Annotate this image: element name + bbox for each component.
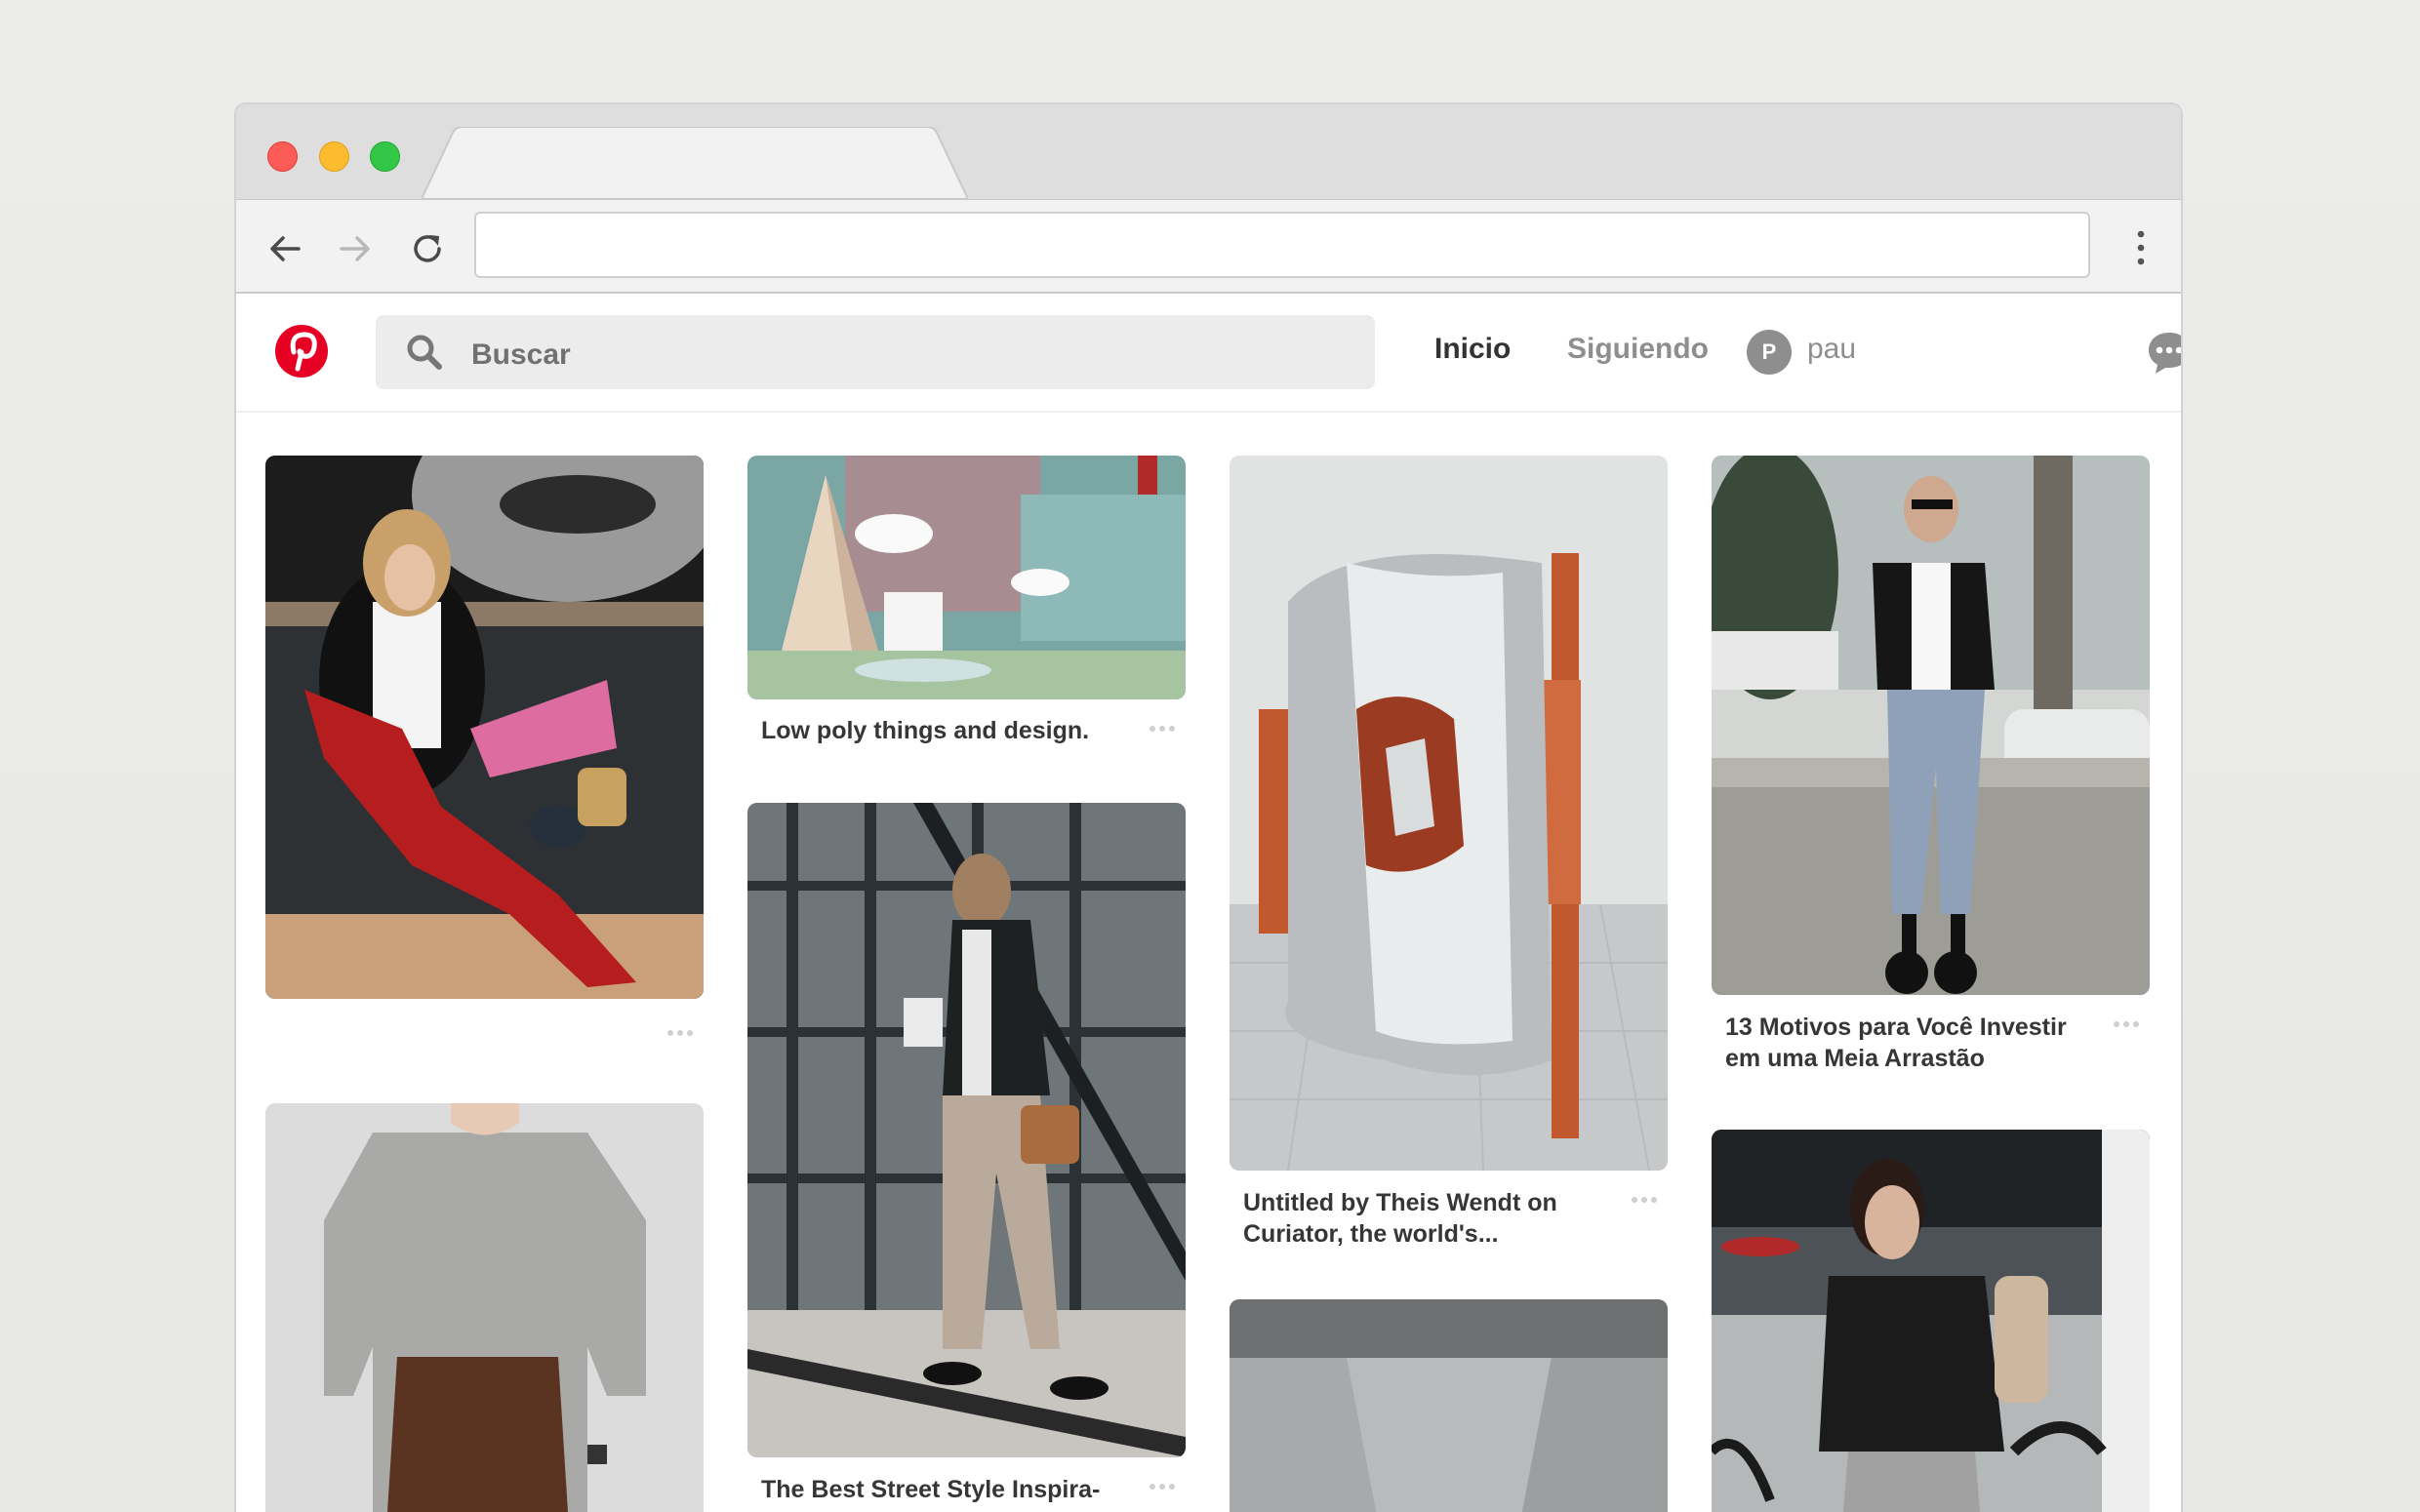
pin-more-icon[interactable] bbox=[1631, 1196, 1658, 1204]
browser-tab[interactable] bbox=[422, 127, 968, 199]
nav-following-link[interactable]: Siguiendo bbox=[1567, 333, 1709, 366]
pin-image-chrome-sculpture[interactable] bbox=[1230, 456, 1668, 1171]
pin-more-icon[interactable] bbox=[666, 1029, 694, 1037]
address-bar[interactable] bbox=[474, 212, 2090, 278]
nav-home-link[interactable]: Inicio bbox=[1434, 333, 1511, 366]
browser-toolbar bbox=[236, 199, 2181, 294]
search-icon bbox=[407, 335, 442, 370]
minimize-window-button[interactable] bbox=[319, 141, 349, 172]
browser-menu-icon[interactable] bbox=[2136, 229, 2146, 266]
close-window-button[interactable] bbox=[267, 141, 298, 172]
messages-icon[interactable] bbox=[2144, 327, 2181, 378]
reload-icon[interactable] bbox=[406, 227, 449, 270]
pin-image-grey-sweater[interactable] bbox=[265, 1103, 704, 1512]
pin-image-black-sweater[interactable] bbox=[1712, 1130, 2150, 1512]
pin-more-icon[interactable] bbox=[2113, 1020, 2140, 1028]
pin-image-ripped-jeans[interactable] bbox=[1712, 456, 2150, 995]
pin-more-icon[interactable] bbox=[1149, 1483, 1176, 1491]
pin-caption: 13 Motivos para Você Investir em uma Mei… bbox=[1725, 1014, 2067, 1072]
avatar[interactable]: P bbox=[1747, 330, 1792, 375]
pinterest-logo-icon[interactable] bbox=[273, 323, 330, 379]
pin-more-icon[interactable] bbox=[1149, 725, 1176, 733]
pin-caption: Untitled by Theis Wendt on Curiator, the… bbox=[1243, 1189, 1557, 1248]
pin-image-street-style[interactable] bbox=[747, 803, 1186, 1457]
forward-arrow-icon[interactable] bbox=[334, 227, 377, 270]
search-bar[interactable]: Buscar bbox=[376, 315, 1375, 389]
pinterest-page: Buscar Inicio Siguiendo P pau Low poly t… bbox=[236, 294, 2181, 1512]
pin-image-woman-on-sofa[interactable] bbox=[265, 456, 704, 999]
pin-caption: The Best Street Style Inspira- bbox=[761, 1476, 1101, 1503]
username-link[interactable]: pau bbox=[1807, 333, 1856, 366]
pinterest-header: Buscar Inicio Siguiendo P pau bbox=[236, 294, 2181, 413]
pin-caption: Low poly things and design. bbox=[761, 717, 1090, 744]
search-placeholder: Buscar bbox=[471, 338, 571, 371]
maximize-window-button[interactable] bbox=[370, 141, 400, 172]
title-bar bbox=[236, 104, 2181, 199]
back-arrow-icon[interactable] bbox=[263, 227, 306, 270]
browser-window: Buscar Inicio Siguiendo P pau Low poly t… bbox=[236, 104, 2181, 1512]
pin-image-grey-architecture[interactable] bbox=[1230, 1299, 1668, 1512]
pin-image-low-poly-landscape[interactable] bbox=[747, 456, 1186, 699]
